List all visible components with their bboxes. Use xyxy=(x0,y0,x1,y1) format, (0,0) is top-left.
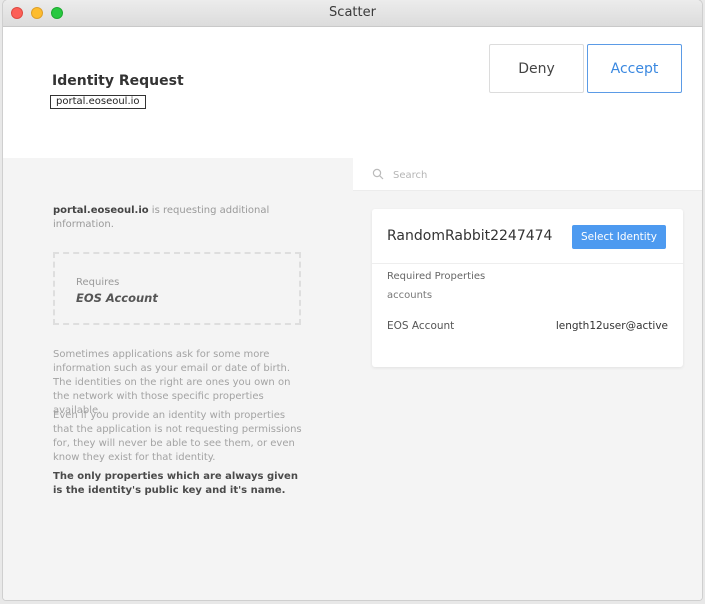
app-window: Scatter Identity Request portal.eoseoul.… xyxy=(3,0,702,600)
search-icon xyxy=(372,168,384,180)
required-properties-label: Required Properties xyxy=(387,271,486,282)
request-info-panel: portal.eoseoul.io is requesting addition… xyxy=(3,158,353,600)
help-text-2: Even if you provide an identity with pro… xyxy=(53,410,302,463)
accept-button[interactable]: Accept xyxy=(587,44,682,93)
help-text-1: Sometimes applications ask for some more… xyxy=(53,349,291,416)
request-origin: portal.eoseoul.io xyxy=(53,205,149,216)
required-properties-value: accounts xyxy=(387,290,433,301)
deny-button[interactable]: Deny xyxy=(489,44,584,93)
requires-label: Requires xyxy=(76,277,120,288)
search-input[interactable] xyxy=(391,165,675,185)
identity-panel: RandomRabbit2247474 Select Identity Requ… xyxy=(353,158,702,600)
request-header: Identity Request portal.eoseoul.io Deny … xyxy=(3,27,702,158)
page-title: Identity Request xyxy=(52,73,184,89)
account-label: EOS Account xyxy=(387,320,455,332)
account-value: length12user@active xyxy=(555,320,668,332)
window-title: Scatter xyxy=(329,5,376,20)
identity-name: RandomRabbit2247474 xyxy=(387,228,553,244)
select-identity-button[interactable]: Select Identity xyxy=(572,225,666,249)
card-divider xyxy=(372,263,683,264)
request-intro: portal.eoseoul.io is requesting addition… xyxy=(53,204,283,232)
origin-badge: portal.eoseoul.io xyxy=(50,95,146,109)
identity-card: RandomRabbit2247474 Select Identity Requ… xyxy=(372,209,683,367)
title-bar: Scatter xyxy=(3,0,702,27)
help-text-3: The only properties which are always giv… xyxy=(53,471,298,496)
requires-value: EOS Account xyxy=(76,291,158,305)
search-bar xyxy=(353,158,702,191)
requirements-box: Requires EOS Account xyxy=(53,252,301,325)
